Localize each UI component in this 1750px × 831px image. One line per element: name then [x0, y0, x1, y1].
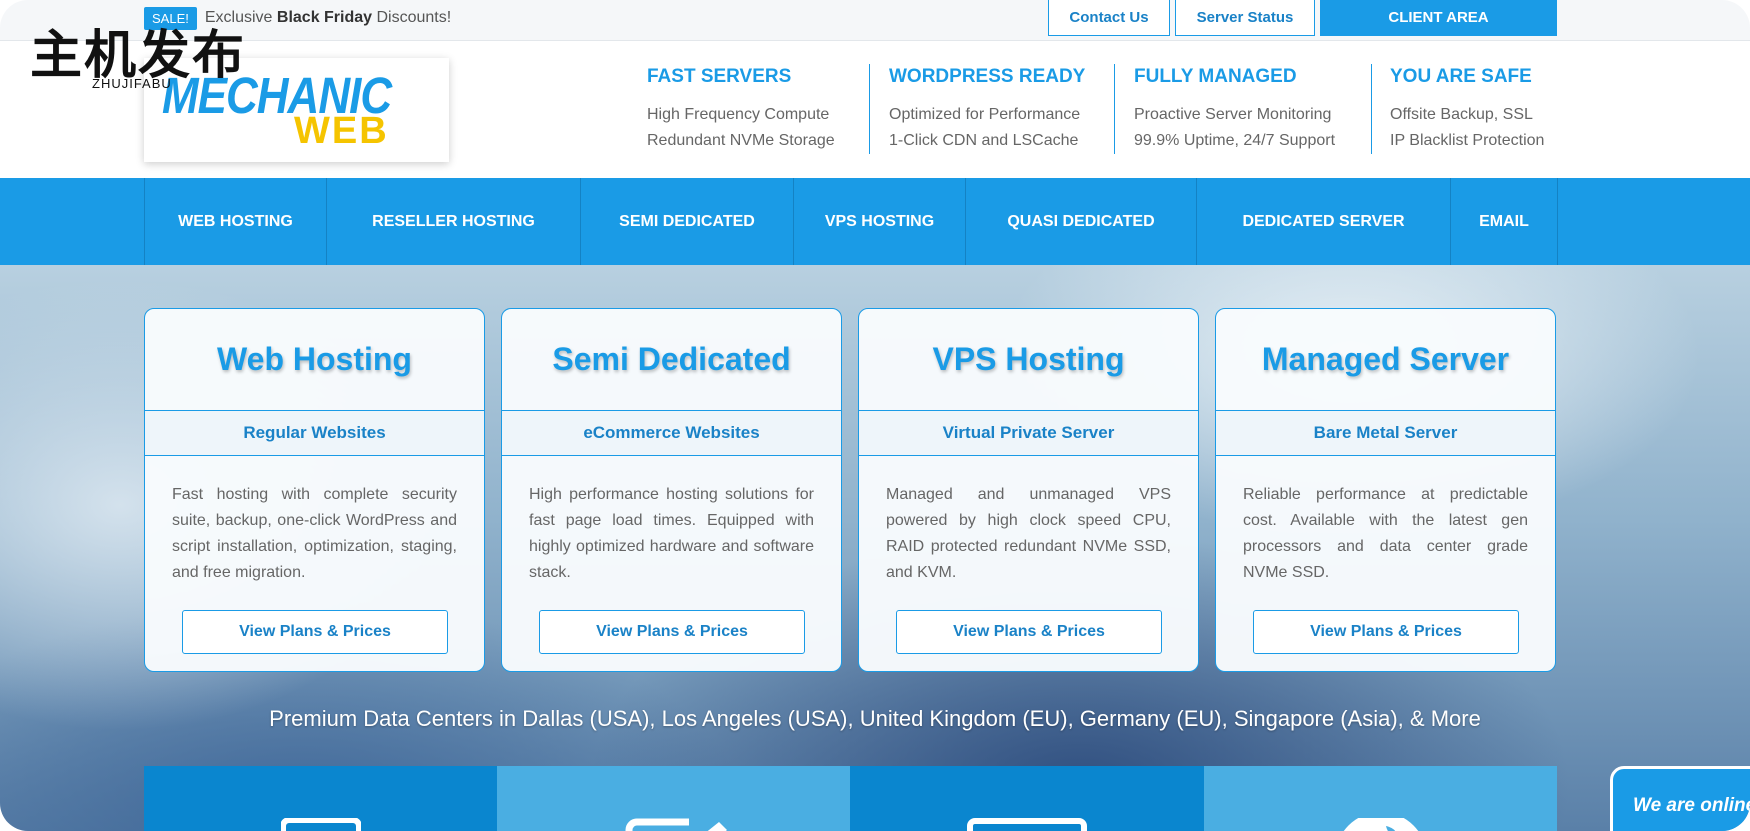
edit-icon — [625, 818, 727, 831]
live-chat-widget[interactable]: We are online — [1610, 766, 1750, 831]
card-managed-server: Managed Server Bare Metal Server Reliabl… — [1215, 308, 1556, 672]
card-description: Reliable performance at predictable cost… — [1243, 486, 1528, 581]
sale-text-bold: Black Friday — [276, 9, 373, 26]
watermark-en: ZHUJIFABU — [92, 76, 172, 91]
live-chat-label: We are online — [1633, 795, 1750, 816]
laptop-icon — [280, 818, 361, 831]
view-plans-button[interactable]: View Plans & Prices — [182, 610, 448, 654]
sale-text: Exclusive Black Friday Discounts! — [205, 9, 451, 27]
tile-monitor — [850, 766, 1204, 831]
card-title: Web Hosting — [217, 341, 412, 377]
card-subtitle: Virtual Private Server — [859, 410, 1198, 456]
card-vps-hosting: VPS Hosting Virtual Private Server Manag… — [858, 308, 1199, 672]
nav-reseller-hosting[interactable]: RESELLER HOSTING — [326, 178, 580, 265]
card-subtitle: eCommerce Websites — [502, 410, 841, 456]
feature-you-are-safe: YOU ARE SAFE Offsite Backup, SSL IP Blac… — [1390, 66, 1544, 156]
feature-line: Offsite Backup, SSL — [1390, 106, 1533, 123]
card-subtitle: Regular Websites — [145, 410, 484, 456]
contact-us-button[interactable]: Contact Us — [1048, 0, 1170, 36]
feature-line: Proactive Server Monitoring — [1134, 106, 1332, 123]
monitor-icon — [967, 818, 1087, 831]
feature-line: 1-Click CDN and LSCache — [889, 132, 1079, 149]
card-semi-dedicated: Semi Dedicated eCommerce Websites High p… — [501, 308, 842, 672]
feature-line: 99.9% Uptime, 24/7 Support — [1134, 132, 1336, 149]
nav-vps-hosting[interactable]: VPS HOSTING — [793, 178, 965, 265]
card-web-hosting: Web Hosting Regular Websites Fast hostin… — [144, 308, 485, 672]
tile-globe — [1204, 766, 1557, 831]
feature-title: YOU ARE SAFE — [1390, 66, 1532, 87]
nav-semi-dedicated[interactable]: SEMI DEDICATED — [580, 178, 793, 265]
feature-divider — [1371, 64, 1372, 154]
card-title: Semi Dedicated — [552, 341, 791, 377]
main-nav: WEB HOSTING RESELLER HOSTING SEMI DEDICA… — [0, 178, 1750, 265]
feature-divider — [1114, 64, 1115, 154]
nav-divider — [1557, 178, 1558, 265]
card-title: Managed Server — [1261, 341, 1510, 377]
datacenters-text: Premium Data Centers in Dallas (USA), Lo… — [269, 706, 1481, 731]
card-description: Managed and unmanaged VPS powered by hig… — [886, 486, 1171, 581]
sale-text-suffix: Discounts! — [372, 9, 452, 26]
feature-line: Optimized for Performance — [889, 106, 1081, 123]
view-plans-button[interactable]: View Plans & Prices — [539, 610, 805, 654]
globe-icon — [1343, 818, 1418, 831]
nav-web-hosting[interactable]: WEB HOSTING — [144, 178, 326, 265]
feature-line: High Frequency Compute — [647, 106, 830, 123]
tile-edit — [497, 766, 850, 831]
top-bar: SALE! Exclusive Black Friday Discounts! … — [0, 0, 1750, 41]
feature-title: FAST SERVERS — [647, 66, 792, 87]
view-plans-button[interactable]: View Plans & Prices — [896, 610, 1162, 654]
feature-wordpress-ready: WORDPRESS READY Optimized for Performanc… — [889, 66, 1085, 156]
page: SALE! Exclusive Black Friday Discounts! … — [0, 0, 1750, 831]
feature-line: IP Blacklist Protection — [1390, 132, 1545, 149]
card-description: High performance hosting solutions for f… — [529, 486, 814, 581]
watermark: 主机发布 ZHUJIFABU — [30, 26, 247, 91]
feature-fast-servers: FAST SERVERS High Frequency Compute Redu… — [647, 66, 835, 156]
tile-laptop — [144, 766, 497, 831]
card-description: Fast hosting with complete security suit… — [172, 486, 457, 581]
view-plans-button[interactable]: View Plans & Prices — [1253, 610, 1519, 654]
watermark-cn: 主机发布 — [30, 26, 247, 86]
feature-line: Redundant NVMe Storage — [647, 132, 835, 149]
nav-quasi-dedicated[interactable]: QUASI DEDICATED — [965, 178, 1196, 265]
logo-text-web: WEB — [294, 110, 389, 152]
nav-dedicated-server[interactable]: DEDICATED SERVER — [1196, 178, 1450, 265]
feature-title: FULLY MANAGED — [1134, 66, 1297, 87]
feature-fully-managed: FULLY MANAGED Proactive Server Monitorin… — [1134, 66, 1335, 156]
feature-title: WORDPRESS READY — [889, 66, 1086, 87]
card-title: VPS Hosting — [932, 341, 1125, 377]
client-area-button[interactable]: CLIENT AREA — [1320, 0, 1557, 36]
server-status-button[interactable]: Server Status — [1175, 0, 1315, 36]
card-subtitle: Bare Metal Server — [1216, 410, 1555, 456]
feature-divider — [869, 64, 870, 154]
nav-email[interactable]: EMAIL — [1450, 178, 1557, 265]
sale-text-prefix: Exclusive — [204, 9, 277, 26]
